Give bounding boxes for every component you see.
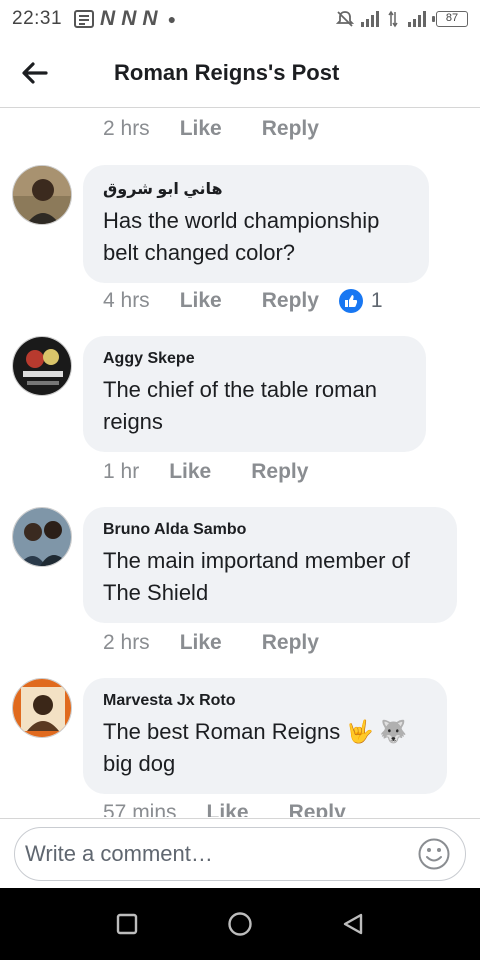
- recents-button[interactable]: [107, 904, 147, 944]
- reaction-count: 1: [370, 289, 383, 312]
- reply-link[interactable]: Reply: [262, 631, 319, 655]
- like-link[interactable]: Like: [180, 289, 222, 313]
- reply-link[interactable]: Reply: [262, 117, 319, 141]
- comment-time: 2 hrs: [103, 631, 150, 654]
- signal-hplus-icon: [408, 11, 426, 27]
- mute-icon: [336, 11, 354, 27]
- data-transfer-icon: [388, 10, 398, 28]
- circle-icon: [228, 912, 252, 936]
- status-time: 22:31: [12, 8, 63, 29]
- more-notifications-dot-icon: ●: [167, 11, 177, 27]
- n-app-icon: N: [142, 7, 158, 30]
- comment-meta: 57 mins Like Reply: [103, 801, 386, 817]
- comment-meta: 1 hr Like Reply: [103, 460, 348, 484]
- profile-photo: [13, 337, 71, 395]
- comment-time: 1 hr: [103, 460, 140, 483]
- comment-text: The main importand member of The Shield: [103, 548, 410, 605]
- n-app-icon: N: [100, 7, 116, 30]
- comment-composer: Write a comment…: [0, 818, 480, 888]
- thumbs-up-icon: [338, 289, 363, 313]
- comment-meta: 4 hrs Like Reply 1: [103, 289, 383, 313]
- comment-meta: 2 hrs Like Reply: [103, 117, 359, 141]
- like-link[interactable]: Like: [180, 631, 222, 655]
- comment-time: 57 mins: [103, 801, 177, 817]
- battery-icon: 87: [432, 11, 468, 27]
- back-button[interactable]: [0, 38, 70, 108]
- like-link[interactable]: Like: [207, 801, 249, 817]
- emoji-icon[interactable]: [417, 837, 451, 871]
- comment-text: Has the world championship belt changed …: [103, 208, 380, 265]
- comment-text: The best Roman Reigns 🤟 🐺 big dog: [103, 719, 408, 776]
- comment-text: The chief of the table roman reigns: [103, 377, 377, 434]
- like-link[interactable]: Like: [180, 117, 222, 141]
- comment-author[interactable]: Bruno Alda Sambo: [103, 521, 437, 539]
- triangle-back-icon: [344, 913, 363, 935]
- news-icon: [74, 10, 95, 28]
- comment-bubble[interactable]: Marvesta Jx Roto The best Roman Reigns 🤟…: [83, 678, 447, 794]
- comment-feed[interactable]: 2 hrs Like Reply هاني ابو شروق Has the w…: [0, 109, 480, 817]
- comment-meta: 2 hrs Like Reply: [103, 631, 359, 655]
- reply-link[interactable]: Reply: [262, 289, 319, 313]
- avatar[interactable]: [12, 165, 72, 225]
- comment-bubble[interactable]: Aggy Skepe The chief of the table roman …: [83, 336, 426, 452]
- avatar[interactable]: [12, 678, 72, 738]
- reply-link[interactable]: Reply: [251, 460, 308, 484]
- avatar[interactable]: [12, 336, 72, 396]
- reply-link[interactable]: Reply: [289, 801, 346, 817]
- avatar[interactable]: [12, 507, 72, 567]
- screen: 22:31 N N N ● 87 Roman Reigns's Post 2 h…: [0, 0, 480, 960]
- like-link[interactable]: Like: [169, 460, 211, 484]
- comment-author[interactable]: Marvesta Jx Roto: [103, 692, 427, 710]
- profile-photo: [13, 166, 71, 224]
- profile-photo: [13, 508, 71, 566]
- reaction-summary[interactable]: 1: [338, 289, 383, 313]
- app-header: Roman Reigns's Post: [0, 38, 480, 108]
- comment-time: 2 hrs: [103, 117, 150, 140]
- arrow-left-icon: [22, 61, 48, 84]
- back-nav-button[interactable]: [333, 904, 373, 944]
- status-right: 87: [336, 10, 468, 28]
- signal-icon: [361, 11, 379, 27]
- comment-author[interactable]: هاني ابو شروق: [103, 179, 409, 199]
- comment-input[interactable]: Write a comment…: [14, 826, 466, 881]
- profile-photo: [13, 679, 71, 737]
- square-icon: [116, 913, 137, 935]
- home-button[interactable]: [220, 904, 260, 944]
- notification-icons: N N N ●: [74, 7, 176, 31]
- system-nav-bar: [0, 888, 480, 960]
- comment-bubble[interactable]: Bruno Alda Sambo The main importand memb…: [83, 507, 457, 623]
- comment-time: 4 hrs: [103, 289, 150, 312]
- status-bar: 22:31 N N N ● 87: [0, 0, 480, 38]
- comment-author[interactable]: Aggy Skepe: [103, 350, 406, 368]
- comment-bubble[interactable]: هاني ابو شروق Has the world championship…: [83, 165, 429, 283]
- n-app-icon: N: [121, 7, 137, 30]
- page-title: Roman Reigns's Post: [114, 59, 340, 85]
- comment-input-placeholder: Write a comment…: [25, 840, 213, 866]
